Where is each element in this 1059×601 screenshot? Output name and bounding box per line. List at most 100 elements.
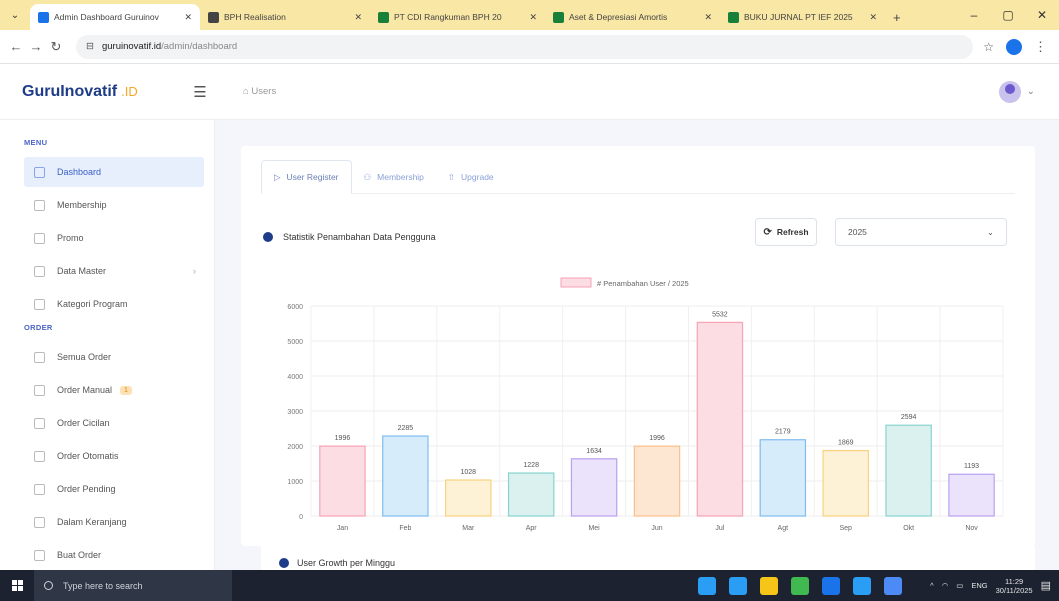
hamburger-menu-icon[interactable]: ☰ (185, 83, 215, 101)
sidebar-item[interactable]: Order Cicilan (24, 408, 204, 438)
x-tick-label: Jun (651, 525, 662, 532)
taskbar-app-icon[interactable] (760, 576, 778, 595)
wifi-icon[interactable]: ◠ (942, 581, 949, 590)
user-growth-icon (279, 558, 289, 568)
forward-icon[interactable]: → (26, 39, 46, 54)
y-tick-label: 3000 (287, 409, 303, 416)
windows-start-icon[interactable] (0, 570, 34, 601)
sidebar-item-icon (34, 199, 45, 211)
bar (507, 472, 555, 517)
bar-chart: # Penambahan User / 2025 0 1000 2000 3000 400… (287, 277, 1004, 532)
sidebar-item[interactable]: Membership (24, 190, 204, 220)
legend-swatch (560, 277, 592, 288)
data-label: 1996 (335, 435, 351, 442)
close-window-icon[interactable]: ✕ (1025, 0, 1059, 30)
system-tray: ^ ◠ ▭ ENG 11:29 30/11/2025 ▤ (930, 577, 1059, 595)
clock[interactable]: 11:29 30/11/2025 (996, 577, 1033, 595)
bar (822, 449, 869, 517)
taskbar-app-icon[interactable] (884, 576, 902, 595)
site-info-icon[interactable]: ⊟ (86, 41, 94, 52)
user-menu[interactable]: ⌄ (998, 80, 1035, 103)
data-label: 1996 (649, 435, 665, 442)
brand-logo[interactable]: GuruInovatif .ID (0, 83, 185, 101)
data-label: 1028 (460, 469, 476, 476)
taskbar-app-icon[interactable] (791, 576, 809, 595)
bar (696, 321, 744, 517)
tab-close-icon[interactable]: ✕ (521, 12, 537, 23)
sidebar-item-icon (34, 549, 45, 561)
clock-time: 11:29 (1004, 576, 1024, 586)
minimize-icon[interactable]: – (957, 0, 991, 30)
sidebar-section-menu: MENU (24, 138, 48, 147)
bar (445, 479, 492, 517)
sidebar-item-label: Kategori Program (57, 299, 128, 309)
tray-chevron-icon[interactable]: ^ (930, 581, 934, 590)
new-tab-button[interactable]: + (885, 4, 909, 30)
sidebar-item[interactable]: Buat Order (24, 540, 204, 570)
tab-favicon-icon (378, 11, 389, 23)
browser-menu-icon[interactable]: ⋮ (1034, 39, 1047, 55)
tab-favicon-icon (553, 11, 564, 23)
sidebar-item-label: Promo (57, 233, 84, 243)
tab-membership[interactable]: ⚇ Membership (352, 160, 436, 194)
tab-upgrade[interactable]: ⇧ Upgrade (436, 160, 506, 194)
data-label: 1193 (964, 463, 979, 470)
tab-close-icon[interactable]: ✕ (696, 12, 712, 23)
sidebar-item[interactable]: Kategori Program (24, 289, 204, 319)
maximize-icon[interactable]: ▢ (991, 0, 1025, 30)
statistics-card: ▷ User Register ⚇ Membership ⇧ Upgrade Statis… (241, 146, 1035, 546)
tab-close-icon[interactable]: ✕ (176, 12, 192, 23)
sidebar-item-label: Data Master (57, 266, 107, 276)
browser-tab[interactable]: BUKU JURNAL PT IEF 2025 ✕ (720, 4, 885, 30)
x-tick-label: Agt (778, 525, 789, 532)
y-tick-label: 2000 (287, 444, 303, 451)
sidebar-item[interactable]: Dashboard (24, 157, 204, 187)
taskbar-app-icon[interactable] (822, 576, 840, 595)
url-host: guruinovatif.id (101, 41, 162, 52)
refresh-button[interactable]: ⟳ Refresh (755, 218, 817, 246)
main-content: ▷ User Register ⚇ Membership ⇧ Upgrade Statis… (215, 120, 1059, 584)
tab-close-icon[interactable]: ✕ (861, 12, 877, 23)
tab-user-register[interactable]: ▷ User Register (261, 160, 352, 194)
notification-icon[interactable]: ▤ (1041, 579, 1051, 592)
sidebar-item[interactable]: Promo (24, 223, 204, 253)
legend-label: # Penambahan User / 2025 (597, 279, 689, 288)
data-label: 2594 (901, 414, 917, 421)
tab-close-icon[interactable]: ✕ (346, 12, 362, 23)
bookmark-star-icon[interactable]: ☆ (983, 40, 994, 54)
x-tick-label: Feb (399, 525, 411, 532)
year-select[interactable]: 2025 ⌄ (835, 218, 1007, 246)
taskbar-app-icon[interactable] (853, 576, 871, 595)
y-tick-label: 1000 (287, 479, 303, 486)
sidebar-item-label: Semua Order (57, 352, 112, 362)
data-label: 1869 (838, 440, 854, 447)
user-growth-title: User Growth per Minggu (279, 558, 395, 568)
taskbar-search[interactable]: Type here to search (34, 570, 232, 601)
taskbar-app-icon[interactable] (698, 576, 716, 595)
sidebar-section-order: ORDER (24, 323, 53, 332)
browser-tab[interactable]: PT CDI Rangkuman BPH 20 ✕ (370, 4, 545, 30)
url-field[interactable]: ⊟ guruinovatif.id/admin/dashboard (76, 34, 974, 59)
sidebar-item[interactable]: Dalam Keranjang (24, 507, 204, 537)
browser-tab[interactable]: Aset & Depresiasi Amortis ✕ (545, 4, 720, 30)
back-icon[interactable]: ← (6, 39, 26, 54)
browser-tab[interactable]: BPH Realisation ✕ (200, 4, 370, 30)
sidebar-item-label: Order Otomatis (57, 451, 119, 461)
language-indicator[interactable]: ENG (971, 581, 987, 590)
taskbar-app-icon[interactable] (729, 576, 747, 595)
browser-tab[interactable]: Admin Dashboard Guruinov ✕ (30, 4, 200, 30)
sidebar-item[interactable]: Order Otomatis (24, 441, 204, 471)
sidebar-item[interactable]: Data Master › (24, 256, 204, 286)
sidebar-item-icon (34, 265, 45, 277)
tab-search-icon[interactable]: ⌄ (0, 0, 30, 30)
sidebar-item[interactable]: Semua Order (24, 342, 204, 372)
battery-icon[interactable]: ▭ (956, 581, 963, 590)
sidebar-item[interactable]: Order Manual 1 (24, 375, 204, 405)
x-tick-label: Sep (839, 525, 852, 532)
profile-avatar-icon[interactable] (1006, 38, 1022, 55)
tab-label: Membership (377, 172, 424, 182)
sidebar-item[interactable]: Order Pending (24, 474, 204, 504)
breadcrumb: ⌂ Users (243, 86, 277, 97)
sidebar-item-icon (34, 232, 45, 244)
reload-icon[interactable]: ↻ (46, 39, 66, 55)
